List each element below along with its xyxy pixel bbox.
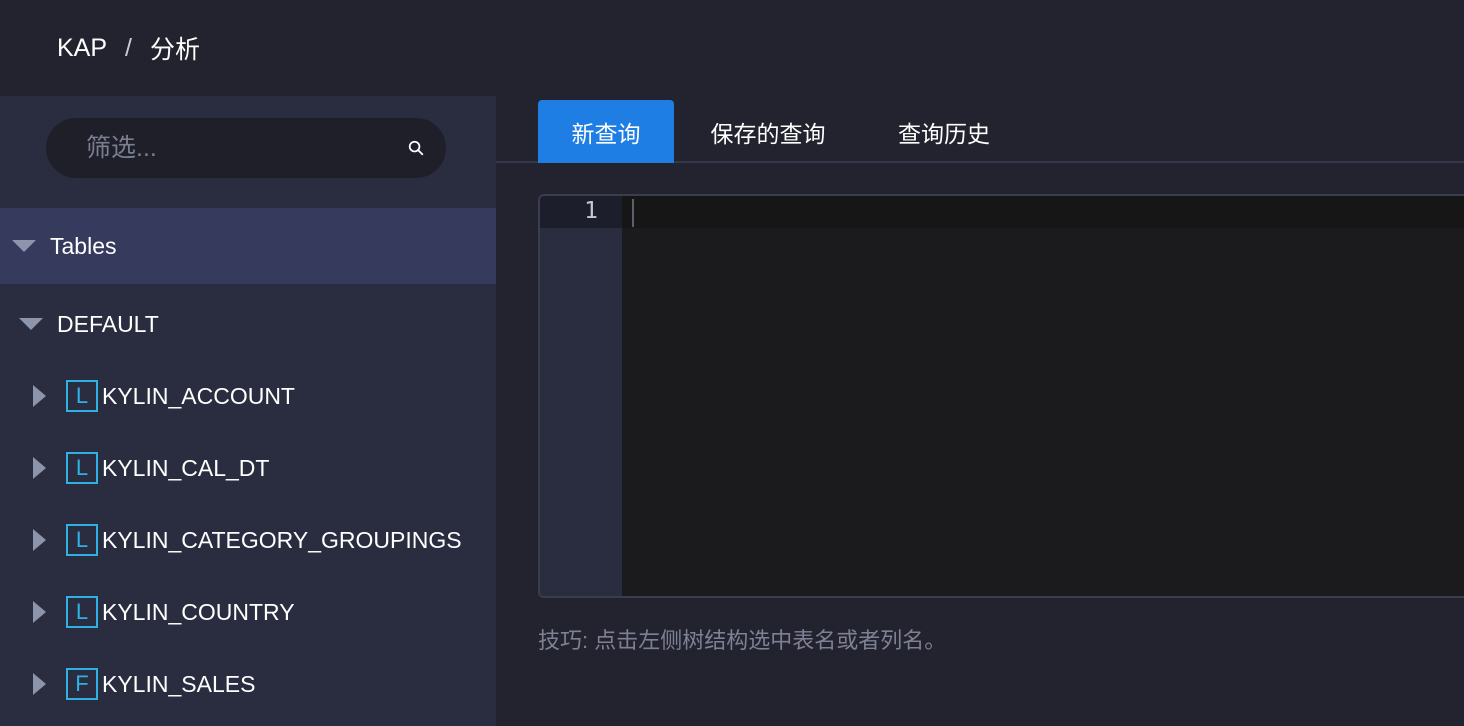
caret-right-icon[interactable]	[33, 601, 46, 623]
breadcrumb-current: 分析	[149, 36, 200, 64]
tab-new-query[interactable]: 新查询	[538, 100, 674, 163]
table-name: KYLIN_CAL_DT	[102, 454, 270, 481]
search-icon[interactable]	[408, 134, 424, 162]
lookup-table-badge: L	[66, 380, 98, 412]
tree-node-table[interactable]: F KYLIN_SALES	[0, 648, 496, 720]
breadcrumb-separator: /	[125, 33, 132, 62]
sidebar: Tables DEFAULT L KYLIN_ACCOUNT L KYLIN_C…	[0, 96, 496, 726]
tree-node-database[interactable]: DEFAULT	[0, 286, 496, 362]
table-name: KYLIN_CATEGORY_GROUPINGS	[102, 526, 462, 553]
tree-node-table[interactable]: L KYLIN_CATEGORY_GROUPINGS	[0, 504, 496, 576]
query-panel: 新查询 保存的查询 查询历史 1 技巧: 点击左侧树结构选中表名或者列名。	[496, 96, 1464, 726]
text-cursor	[632, 199, 634, 227]
lookup-table-badge: L	[66, 596, 98, 628]
code-area[interactable]	[622, 196, 1464, 596]
lookup-table-badge: L	[66, 524, 98, 556]
caret-right-icon[interactable]	[33, 457, 46, 479]
tab-saved-queries[interactable]: 保存的查询	[692, 100, 844, 163]
tree-node-table[interactable]: L KYLIN_CAL_DT	[0, 432, 496, 504]
tree-node-table[interactable]: L KYLIN_COUNTRY	[0, 576, 496, 648]
caret-right-icon[interactable]	[33, 673, 46, 695]
caret-down-icon[interactable]	[12, 240, 36, 252]
tree-node-table[interactable]: L KYLIN_ACCOUNT	[0, 360, 496, 432]
table-name: KYLIN_COUNTRY	[102, 598, 295, 625]
editor-gutter: 1	[540, 196, 622, 596]
active-line	[622, 196, 1464, 228]
lookup-table-badge: L	[66, 452, 98, 484]
query-tabs: 新查询 保存的查询 查询历史	[496, 96, 1464, 163]
caret-down-icon[interactable]	[19, 318, 43, 330]
tab-query-history[interactable]: 查询历史	[880, 100, 1008, 163]
tree-node-tables[interactable]: Tables	[0, 208, 496, 284]
breadcrumb: KAP / 分析	[0, 0, 1464, 96]
hint-text: 技巧: 点击左侧树结构选中表名或者列名。	[538, 628, 947, 653]
caret-right-icon[interactable]	[33, 385, 46, 407]
caret-right-icon[interactable]	[33, 529, 46, 551]
breadcrumb-root[interactable]: KAP	[57, 34, 107, 63]
fact-table-badge: F	[66, 668, 98, 700]
sql-editor[interactable]: 1	[538, 194, 1464, 598]
table-name: KYLIN_SALES	[102, 670, 256, 697]
search-box	[46, 118, 446, 178]
search-input[interactable]	[86, 133, 408, 163]
table-name: KYLIN_ACCOUNT	[102, 382, 295, 409]
line-number: 1	[584, 198, 598, 224]
tree-node-label: Tables	[50, 232, 117, 259]
tree-node-label: DEFAULT	[57, 310, 159, 337]
